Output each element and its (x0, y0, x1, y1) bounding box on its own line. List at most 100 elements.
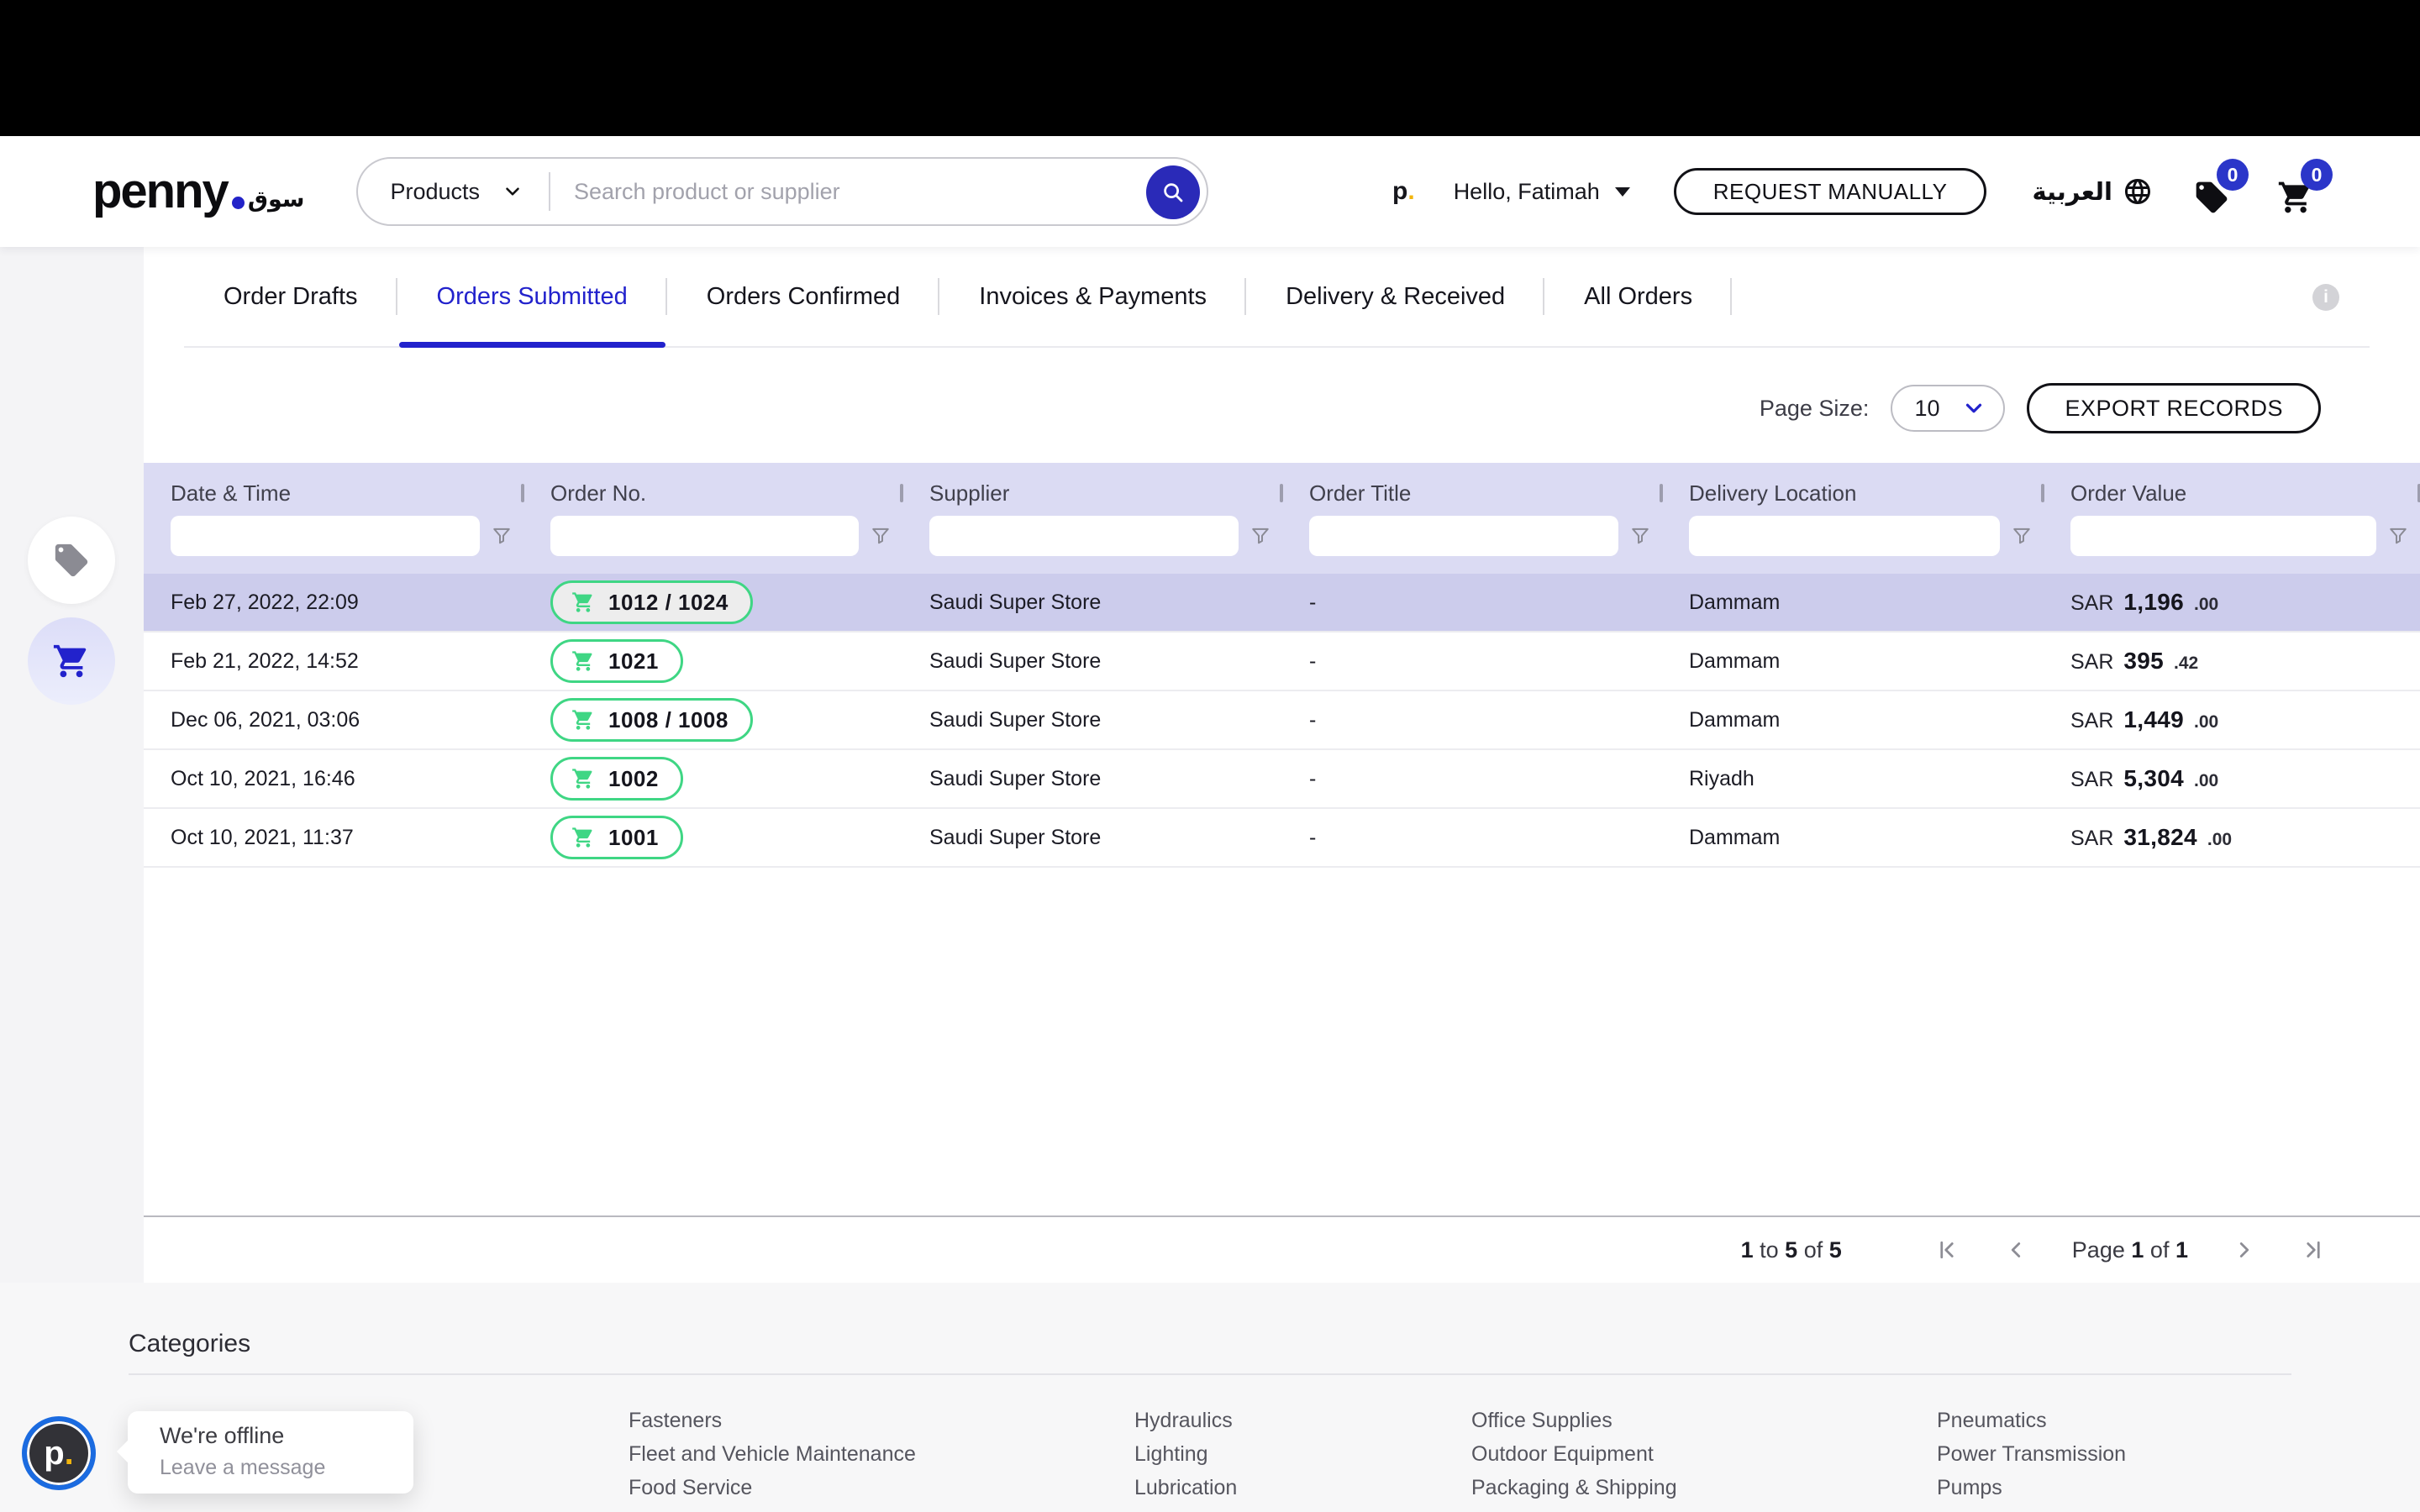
order-number-pill[interactable]: 1008 / 1008 (550, 698, 753, 742)
tab[interactable]: Order Drafts (184, 247, 397, 346)
penny-logo[interactable]: penny سوق (92, 166, 304, 215)
chevron-left-icon (2011, 1242, 2020, 1257)
page-size-value: 10 (1914, 395, 1940, 421)
category-link[interactable]: Hydraulics (1134, 1404, 1471, 1437)
filter-funnel-button[interactable] (480, 516, 523, 556)
cell-order-title: - (1309, 590, 1317, 614)
export-records-button[interactable]: EXPORT RECORDS (2027, 383, 2321, 433)
cell-date: Oct 10, 2021, 11:37 (171, 825, 354, 849)
cell-order-title: - (1309, 825, 1317, 849)
page-size-select[interactable]: 10 (1891, 385, 2006, 432)
filter-funnel-button[interactable] (2376, 516, 2420, 556)
order-number-pill[interactable]: 1012 / 1024 (550, 580, 753, 624)
prev-page-button[interactable] (2003, 1237, 2028, 1263)
tab-label: Orders Submitted (436, 282, 628, 310)
category-link[interactable]: Food Service (629, 1471, 1134, 1504)
category-link[interactable]: Lubrication (1134, 1471, 1471, 1504)
tab[interactable]: All Orders (1544, 247, 1732, 346)
category-link[interactable]: Packaging & Shipping (1471, 1471, 1937, 1504)
app-window: penny سوق Products p. Hello, Fatimah REQ… (0, 0, 2420, 1512)
category-link[interactable]: Fasteners (629, 1404, 1134, 1437)
order-number: 1002 (608, 765, 659, 791)
tab-label: Invoices & Payments (979, 282, 1207, 310)
request-manually-button[interactable]: REQUEST MANUALLY (1673, 168, 1987, 215)
category-select-value: Products (390, 178, 480, 204)
main-content: Order Drafts Orders Submitted Orders Con… (144, 247, 2420, 1283)
product-category-select[interactable]: Products (390, 179, 523, 205)
order-number-pill[interactable]: 1002 (550, 757, 683, 801)
category-link[interactable]: Furniture, Hospitality and Food Service (629, 1504, 1134, 1512)
user-brand-mark: p. (1392, 177, 1415, 205)
column-filter-input[interactable] (1689, 516, 2000, 556)
table-row[interactable]: Feb 27, 2022, 22:09 1012 / 1024 Saudi Su… (144, 574, 2420, 633)
category-link[interactable]: Power Transmission (1937, 1437, 2291, 1471)
value-integer: 31,824 (2123, 824, 2197, 850)
category-link[interactable]: Cleaning and Janitorial (129, 1504, 629, 1512)
category-link[interactable]: Machining (1134, 1504, 1471, 1512)
column-filter-input[interactable] (2070, 516, 2376, 556)
cell-date: Feb 21, 2022, 14:52 (171, 648, 359, 673)
sidebar-cart-button[interactable] (28, 617, 115, 705)
column-filter-input[interactable] (1309, 516, 1618, 556)
cell-supplier: Saudi Super Store (929, 825, 1102, 849)
search-button[interactable] (1146, 165, 1201, 219)
filter-funnel-button[interactable] (1618, 516, 1662, 556)
last-page-button[interactable] (2301, 1237, 2326, 1263)
language-switcher[interactable]: العربية (2032, 176, 2153, 207)
order-number: 1001 (608, 824, 659, 850)
next-page-button[interactable] (2232, 1237, 2257, 1263)
column-filter-input[interactable] (171, 516, 480, 556)
value-integer: 5,304 (2123, 765, 2184, 791)
info-icon[interactable]: i (2312, 284, 2339, 311)
search-icon (1164, 183, 1183, 202)
cell-order-no: 1021 (523, 639, 902, 683)
cell-date: Dec 06, 2021, 03:06 (171, 707, 360, 732)
first-page-button[interactable] (1934, 1237, 1960, 1263)
chat-tooltip[interactable]: We're offline Leave a message (128, 1411, 413, 1494)
search-bar: Products (356, 157, 1209, 226)
category-link[interactable]: Lighting (1134, 1437, 1471, 1471)
order-number-pill[interactable]: 1021 (550, 639, 683, 683)
order-number: 1021 (608, 648, 659, 674)
category-link[interactable]: Outdoor Equipment (1471, 1437, 1937, 1471)
table-body: Feb 27, 2022, 22:09 1012 / 1024 Saudi Su… (144, 574, 2420, 868)
sidebar-tags-button[interactable] (28, 517, 115, 604)
filter-funnel-button[interactable] (859, 516, 902, 556)
category-link[interactable]: Pumps (1937, 1471, 2291, 1504)
left-sidebar (0, 247, 144, 1283)
tab[interactable]: Delivery & Received (1246, 247, 1544, 346)
cart-button[interactable]: 0 (2277, 159, 2333, 216)
filter-row (144, 512, 2420, 560)
funnel-icon (1252, 528, 1269, 544)
chevron-down-icon (506, 187, 519, 196)
category-link[interactable]: Office Supplies (1471, 1404, 1937, 1437)
cart-icon (53, 644, 87, 678)
page-indicator: Page 1 of 1 (2071, 1236, 2188, 1263)
chevron-down-icon (1966, 403, 1982, 413)
filter-funnel-button[interactable] (1239, 516, 1282, 556)
funnel-icon (1632, 528, 1649, 544)
table-row[interactable]: Oct 10, 2021, 11:37 1001 Saudi Super Sto… (144, 809, 2420, 868)
cell-delivery-location: Dammam (1689, 648, 1781, 673)
tags-button[interactable]: 0 (2193, 159, 2249, 216)
table-row[interactable]: Feb 21, 2022, 14:52 1021 Saudi Super Sto… (144, 633, 2420, 691)
table-row[interactable]: Dec 06, 2021, 03:06 1008 / 1008 Saudi Su… (144, 691, 2420, 750)
category-link[interactable]: Raw Materials (1937, 1504, 2291, 1512)
column-filter-input[interactable] (929, 516, 1239, 556)
cell-delivery-location: Dammam (1689, 825, 1781, 849)
category-link[interactable]: Painting Supplies (1471, 1504, 1937, 1512)
tab[interactable]: Orders Confirmed (667, 247, 939, 346)
category-link[interactable]: Fleet and Vehicle Maintenance (629, 1437, 1134, 1471)
user-menu[interactable]: Hello, Fatimah (1454, 179, 1630, 205)
column-filter-input[interactable] (550, 516, 859, 556)
tab[interactable]: Invoices & Payments (939, 247, 1246, 346)
order-number-pill[interactable]: 1001 (550, 816, 683, 859)
column-header-label: Delivery Location (1689, 480, 1857, 506)
filter-funnel-button[interactable] (2000, 516, 2044, 556)
chat-launcher[interactable]: p. (22, 1416, 96, 1490)
tab[interactable]: Orders Submitted (397, 247, 667, 348)
table-row[interactable]: Oct 10, 2021, 16:46 1002 Saudi Super Sto… (144, 750, 2420, 809)
value-decimals: .00 (2193, 595, 2219, 614)
search-input[interactable] (572, 177, 1207, 206)
category-link[interactable]: Pneumatics (1937, 1404, 2291, 1437)
